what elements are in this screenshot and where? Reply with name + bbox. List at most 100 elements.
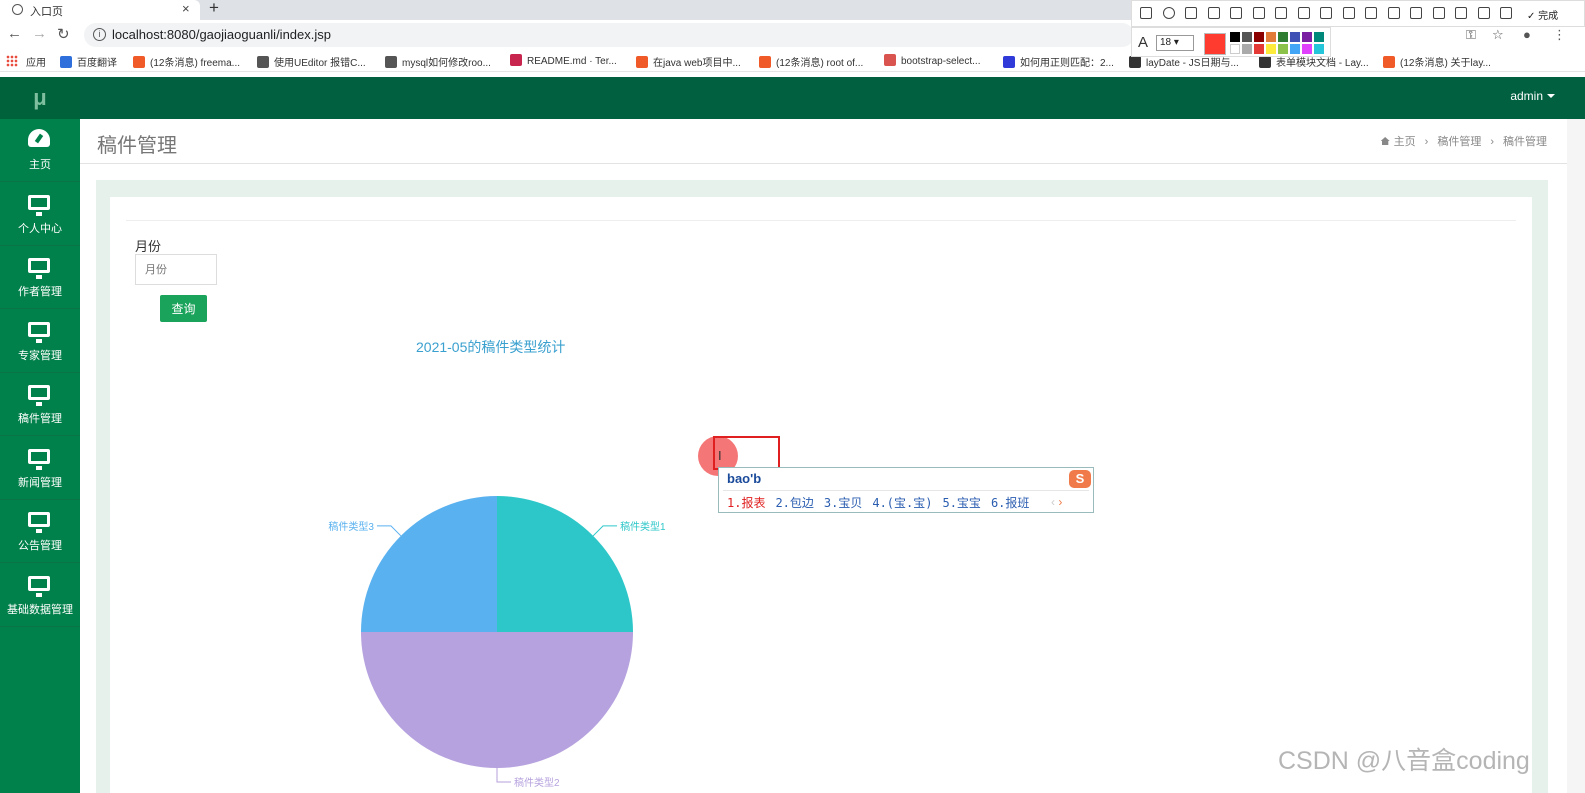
annotation-tool-icon[interactable] bbox=[1252, 7, 1265, 19]
ime-candidate[interactable]: 6.报班 bbox=[991, 496, 1029, 510]
bookmark-item[interactable]: mysql如何修改roo... bbox=[385, 54, 491, 69]
bookmark-item[interactable]: README.md · Ter... bbox=[510, 54, 617, 67]
caret-down-icon bbox=[1547, 94, 1555, 98]
annotation-tool-icon[interactable] bbox=[1297, 7, 1310, 19]
sidebar-item[interactable]: 稿件管理 bbox=[0, 373, 80, 436]
annotation-tool-icon[interactable] bbox=[1230, 7, 1242, 19]
sidebar-item[interactable]: 作者管理 bbox=[0, 246, 80, 309]
ime-pinyin: bao'b bbox=[727, 471, 762, 486]
app-logo: μ bbox=[0, 77, 80, 119]
breadcrumb: 主页 › 稿件管理 › 稿件管理 bbox=[1380, 133, 1547, 149]
sogou-logo-icon: S bbox=[1069, 470, 1091, 488]
reload-icon[interactable]: ↻ bbox=[57, 25, 70, 43]
annotation-tool-icon[interactable] bbox=[1320, 7, 1332, 19]
info-icon[interactable]: i bbox=[93, 28, 106, 41]
color-swatch[interactable] bbox=[1266, 44, 1276, 54]
menu-icon[interactable]: ⋮ bbox=[1553, 27, 1566, 43]
color-swatch[interactable] bbox=[1278, 44, 1288, 54]
text-cursor-icon: I bbox=[718, 448, 722, 463]
bookmark-item[interactable]: (12条消息) freema... bbox=[133, 54, 240, 69]
bookmark-label: mysql如何修改roo... bbox=[402, 58, 491, 69]
url-field[interactable]: i localhost:8080/gaojiaoguanli/index.jsp bbox=[84, 23, 1134, 47]
annotation-tool-icon[interactable] bbox=[1275, 7, 1287, 19]
bookmark-item[interactable]: 在java web项目中... bbox=[636, 54, 741, 69]
user-name: admin bbox=[1510, 89, 1543, 103]
sidebar-item[interactable]: 专家管理 bbox=[0, 310, 80, 373]
breadcrumb-home[interactable]: 主页 bbox=[1394, 136, 1416, 148]
ime-candidate[interactable]: 1.报表 bbox=[727, 496, 765, 510]
color-swatch[interactable] bbox=[1290, 32, 1300, 42]
monitor-icon bbox=[28, 385, 50, 406]
star-icon[interactable]: ☆ bbox=[1492, 27, 1504, 43]
annotation-tool-icon[interactable] bbox=[1365, 7, 1377, 19]
bookmark-item[interactable]: 百度翻译 bbox=[60, 54, 117, 69]
globe-icon bbox=[12, 4, 23, 15]
annotation-tool-icon[interactable] bbox=[1140, 7, 1152, 19]
color-swatch[interactable] bbox=[1230, 44, 1240, 54]
user-menu[interactable]: admin bbox=[1510, 89, 1555, 103]
ime-page-arrows-icon[interactable]: ‹ › bbox=[1051, 495, 1062, 509]
ime-candidate[interactable]: 5.宝宝 bbox=[942, 496, 980, 510]
breadcrumb-module[interactable]: 稿件管理 bbox=[1437, 136, 1481, 148]
font-size-value: 18 bbox=[1160, 37, 1172, 48]
ime-candidate[interactable]: 2.包边 bbox=[775, 496, 813, 510]
annotation-tool-icon[interactable] bbox=[1342, 7, 1355, 19]
new-tab-icon[interactable]: + bbox=[209, 0, 219, 18]
sidebar-item-label: 基础数据管理 bbox=[7, 603, 73, 616]
annotation-tool-icon[interactable] bbox=[1477, 7, 1490, 19]
color-swatch[interactable] bbox=[1254, 32, 1264, 42]
key-icon[interactable]: ⚿ bbox=[1466, 27, 1476, 43]
page-scrollbar[interactable] bbox=[1567, 119, 1585, 793]
bookmark-item[interactable]: (12条消息) 关于lay... bbox=[1383, 54, 1491, 69]
ime-candidate[interactable]: 3.宝贝 bbox=[824, 496, 862, 510]
browser-tab[interactable]: 入口页 × bbox=[0, 0, 200, 20]
bookmark-favicon-icon bbox=[1259, 56, 1271, 68]
font-size-select[interactable]: 18 ▾ bbox=[1156, 35, 1194, 51]
profile-icon[interactable]: ● bbox=[1523, 27, 1531, 42]
color-swatch[interactable] bbox=[1314, 32, 1324, 42]
annotation-tool-icon[interactable] bbox=[1500, 7, 1512, 19]
annotation-tool-icon[interactable] bbox=[1185, 7, 1197, 19]
color-swatch[interactable] bbox=[1314, 44, 1324, 54]
ime-candidate[interactable]: 4.(宝.宝) bbox=[872, 496, 932, 510]
screen: 入口页 × + ← → ↻ i localhost:8080/gaojiaogu… bbox=[0, 0, 1585, 793]
home-icon bbox=[1380, 137, 1390, 145]
bookmark-item[interactable]: 如何用正则匹配：2... bbox=[1003, 54, 1114, 69]
sidebar-item[interactable]: 主页 bbox=[0, 119, 80, 182]
query-button[interactable]: 查询 bbox=[160, 295, 207, 322]
color-swatch[interactable] bbox=[1266, 32, 1276, 42]
text-annotation-box[interactable] bbox=[713, 436, 780, 470]
sidebar-item[interactable]: 新闻管理 bbox=[0, 437, 80, 500]
bookmark-item[interactable]: (12条消息) root of... bbox=[759, 54, 863, 69]
bookmark-item[interactable]: bootstrap-select... bbox=[884, 54, 980, 67]
color-swatch[interactable] bbox=[1242, 44, 1252, 54]
sidebar-item[interactable]: 公告管理 bbox=[0, 500, 80, 563]
color-swatch[interactable] bbox=[1278, 32, 1288, 42]
current-color-swatch[interactable] bbox=[1204, 33, 1226, 55]
color-swatch[interactable] bbox=[1230, 32, 1240, 42]
color-swatch[interactable] bbox=[1302, 32, 1312, 42]
annotation-tool-icon[interactable] bbox=[1207, 7, 1220, 19]
color-swatch[interactable] bbox=[1302, 44, 1312, 54]
annotation-tool-icon[interactable] bbox=[1162, 7, 1175, 19]
month-input[interactable] bbox=[135, 254, 217, 285]
sidebar-item[interactable]: 个人中心 bbox=[0, 183, 80, 246]
color-swatch[interactable] bbox=[1242, 32, 1252, 42]
color-swatch[interactable] bbox=[1254, 44, 1264, 54]
bookmark-item[interactable]: 使用UEditor 报错C... bbox=[257, 54, 366, 69]
apps-icon[interactable] bbox=[6, 55, 18, 67]
annotation-tool-icon[interactable] bbox=[1410, 7, 1422, 19]
monitor-icon bbox=[28, 512, 50, 533]
close-tab-icon[interactable]: × bbox=[182, 1, 190, 16]
annotation-tool-icon[interactable] bbox=[1387, 7, 1400, 19]
bookmark-item[interactable]: 应用 bbox=[26, 54, 46, 69]
forward-icon[interactable]: → bbox=[32, 25, 47, 42]
sidebar-item[interactable]: 基础数据管理 bbox=[0, 564, 80, 627]
bookmark-favicon-icon bbox=[385, 56, 397, 68]
annotation-tool-icon[interactable] bbox=[1455, 7, 1467, 19]
back-icon[interactable]: ← bbox=[7, 25, 22, 42]
bookmark-label: 在java web项目中... bbox=[653, 58, 741, 69]
done-button[interactable]: ✓ 完成 bbox=[1527, 7, 1558, 22]
color-swatch[interactable] bbox=[1290, 44, 1300, 54]
annotation-tool-icon[interactable] bbox=[1432, 7, 1445, 19]
